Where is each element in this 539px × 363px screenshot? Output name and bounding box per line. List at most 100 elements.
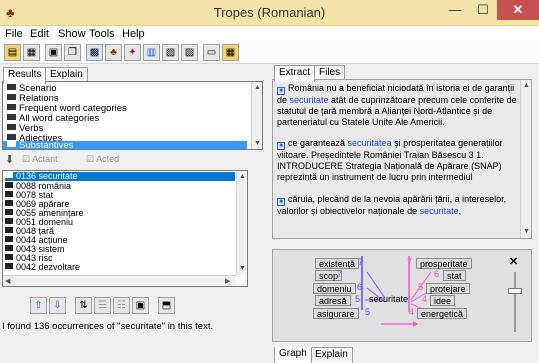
graph-close-icon[interactable]: ✕: [509, 255, 518, 268]
scroll-down-icon[interactable]: ▼: [521, 226, 531, 237]
sort-icon[interactable]: ⇅: [75, 297, 92, 314]
extract-paragraph: ■ România nu a beneficiat niciodată în is…: [277, 83, 517, 127]
detail-view-icon[interactable]: ☷: [113, 297, 130, 314]
graph-node-left[interactable]: adresă: [315, 295, 351, 306]
scroll-down-icon[interactable]: ▼: [252, 138, 262, 149]
graph-count: 7: [358, 257, 364, 267]
extract-paragraph: ■ ce garantează securitatea și prosperita…: [277, 138, 503, 182]
graph-count: 5: [355, 294, 361, 304]
category-scrollbar[interactable]: ▲ ▼: [251, 82, 262, 149]
graph-count: 4: [422, 294, 428, 304]
minimize-button[interactable]: —: [441, 0, 469, 20]
scroll-right-icon[interactable]: ▶: [225, 276, 230, 286]
copy-icon[interactable]: ❐: [64, 44, 81, 61]
stats-icon[interactable]: ▧: [162, 44, 179, 61]
graph-center-word[interactable]: securitate: [369, 294, 408, 304]
toolbar: ▤ ▦ ▣ ❐ ▩ ♣ ✦ ▥ ▧ ▨ ▭ ▦: [0, 42, 539, 64]
zoom-slider-track[interactable]: [514, 272, 516, 332]
word-icon: [5, 263, 13, 269]
category-item-selected[interactable]: Substantives: [3, 141, 247, 149]
word-icon: [5, 254, 13, 260]
graph-node-right[interactable]: stat: [443, 270, 466, 281]
category-icon: [7, 134, 16, 140]
graph-node-right[interactable]: energetică: [417, 308, 468, 319]
arrow-down-icon[interactable]: ⬇: [5, 153, 14, 166]
graph-node-right[interactable]: protejare: [426, 283, 470, 294]
category-icon: [7, 84, 16, 90]
menu-show[interactable]: Show: [58, 28, 86, 40]
category-icon: [7, 141, 16, 147]
graph-count: 6: [434, 269, 440, 279]
scroll-up-icon[interactable]: ▲: [252, 82, 262, 93]
properties-icon[interactable]: ▣: [132, 297, 149, 314]
menu-help[interactable]: Help: [122, 28, 145, 40]
title-bar: ♣ Tropes (Romanian) — ☐ ✕: [0, 0, 539, 26]
tab-explain-right[interactable]: Explain: [310, 347, 353, 363]
scroll-up-icon[interactable]: ▲: [237, 171, 247, 182]
extract-paragraph: ■ căruia, plecând de la nevoia apărării ț…: [277, 194, 507, 216]
word-icon: [5, 218, 13, 224]
menu-tools[interactable]: Tools: [89, 28, 115, 40]
list-view-icon[interactable]: ☰: [94, 297, 111, 314]
save-icon[interactable]: ▦: [222, 44, 239, 61]
graph-node-right[interactable]: prosperitate: [416, 258, 472, 269]
zoom-slider-thumb[interactable]: [508, 288, 522, 294]
graph-node-left[interactable]: domeniu: [313, 283, 356, 294]
properties-icon[interactable]: ▣: [45, 44, 62, 61]
maximize-button[interactable]: ☐: [469, 0, 497, 20]
graph-view-icon[interactable]: ▩: [86, 44, 103, 61]
graph-count: 7: [337, 269, 343, 279]
print-icon[interactable]: ▦: [23, 44, 40, 61]
graph-count: 6: [357, 282, 363, 292]
extract-panel: ■ România nu a beneficiat niciodată în is…: [272, 79, 532, 239]
graph-node-left[interactable]: asigurare: [313, 308, 359, 319]
extract-scrollbar[interactable]: ▲ ▼: [520, 80, 531, 238]
open-folder-icon[interactable]: ▤: [4, 44, 21, 61]
menu-edit[interactable]: Edit: [30, 28, 49, 40]
export-icon[interactable]: ⬒: [158, 297, 175, 314]
paragraph-icon[interactable]: ■: [277, 87, 285, 95]
scroll-up-icon[interactable]: ▲: [521, 80, 531, 91]
layout-icon[interactable]: ▨: [181, 44, 198, 61]
word-list-scrollbar[interactable]: ▲ ▼: [236, 171, 247, 275]
scenario-icon[interactable]: ♣: [105, 44, 122, 61]
menu-file[interactable]: File: [5, 28, 23, 40]
word-icon: [5, 245, 13, 251]
category-icon: [7, 104, 16, 110]
word-icon: [5, 200, 13, 206]
word-item[interactable]: 0042 dezvoltare: [5, 263, 80, 272]
graph-panel: existență 7 scop 7 domeniu 6 adresă 5 as…: [272, 249, 532, 342]
menu-bar: File Edit Show Tools Help: [0, 26, 539, 42]
category-icon: [7, 94, 16, 100]
word-icon: [5, 182, 13, 188]
word-item-selected[interactable]: 0136 securitate: [5, 172, 235, 181]
relations-icon[interactable]: ✦: [124, 44, 141, 61]
graph-node-right[interactable]: idee: [430, 295, 456, 306]
graph-count: 7: [407, 257, 413, 267]
word-list: 0136 securitate 0088 românia 0078 stat 0…: [2, 170, 248, 287]
tab-extract[interactable]: Extract: [274, 65, 316, 82]
tab-graph[interactable]: Graph: [274, 347, 312, 363]
word-icon: [5, 236, 13, 242]
status-text: I found 136 occurrences of "securitate" …: [2, 321, 214, 332]
paragraph-icon[interactable]: ■: [277, 142, 285, 150]
window-icon[interactable]: ▭: [203, 44, 220, 61]
graph-count: 5: [418, 282, 424, 292]
word-list-hscrollbar[interactable]: ◀ ▶: [3, 275, 236, 286]
category-list: Scenario Relations Frequent word categor…: [2, 81, 263, 150]
acted-checkbox[interactable]: ☑ Acted: [86, 154, 119, 165]
word-icon: [5, 227, 13, 233]
tab-results[interactable]: Results: [3, 67, 47, 84]
scroll-down-icon[interactable]: ▼: [237, 263, 247, 274]
graph-node-left[interactable]: existență: [315, 258, 360, 269]
move-down-icon[interactable]: ⇩: [49, 297, 66, 314]
graph-count: 5: [365, 307, 371, 317]
move-up-icon[interactable]: ⇧: [30, 297, 47, 314]
word-icon: [5, 172, 13, 178]
scroll-left-icon[interactable]: ◀: [5, 276, 10, 286]
actant-checkbox[interactable]: ☑ Actant: [22, 154, 58, 165]
word-icon: [5, 191, 13, 197]
paragraph-icon[interactable]: ■: [277, 198, 285, 206]
bar-chart-icon[interactable]: ▥: [143, 44, 160, 61]
close-button[interactable]: ✕: [497, 0, 539, 20]
